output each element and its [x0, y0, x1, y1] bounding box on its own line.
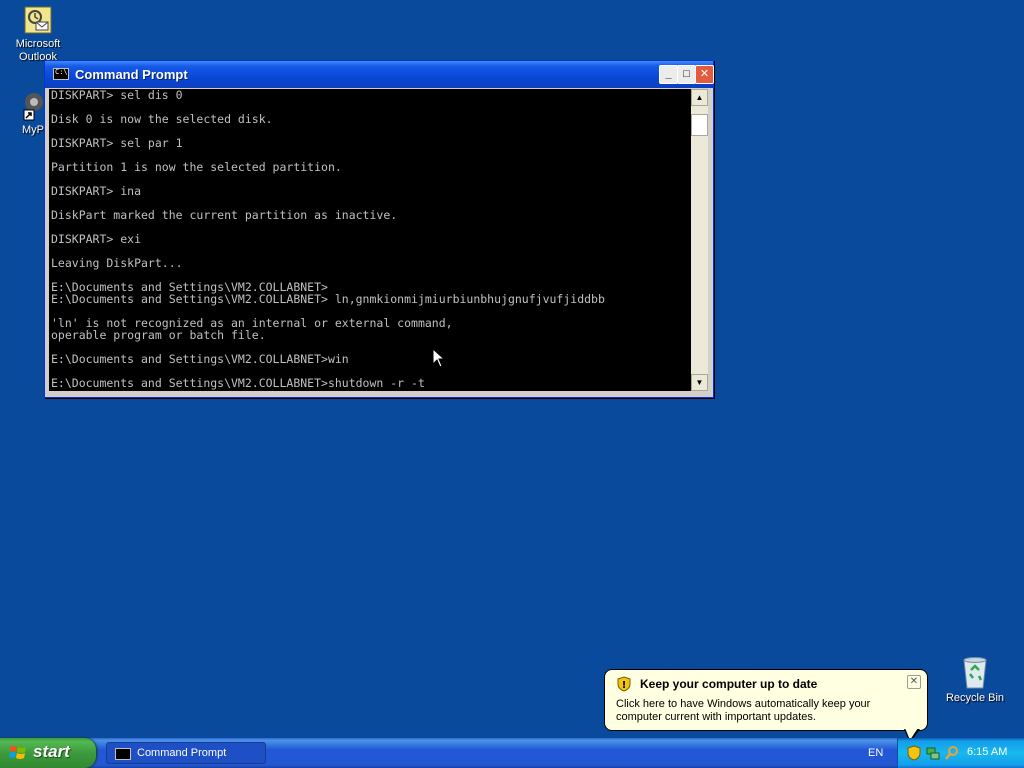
search-icon[interactable] [944, 745, 960, 761]
minimize-button[interactable]: _ [659, 65, 678, 84]
scroll-thumb[interactable] [691, 114, 708, 136]
svg-text:!: ! [622, 680, 627, 691]
balloon-title: Keep your computer up to date [640, 677, 818, 691]
console-line: DISKPART> sel dis 0 [51, 89, 183, 102]
console-line: DISKPART> ina [51, 184, 142, 198]
taskbar: start Command Prompt EN 6:15 AM [0, 738, 1024, 768]
console-line: DiskPart marked the current partition as… [51, 208, 398, 222]
console-line: E:\Documents and Settings\VM2.COLLABNET>… [51, 292, 605, 306]
console-line: E:\Documents and Settings\VM2.COLLABNET>… [51, 376, 425, 390]
console-line: DISKPART> sel par 1 [51, 136, 183, 150]
balloon-message[interactable]: Click here to have Windows automatically… [616, 698, 916, 724]
mouse-cursor-icon [432, 348, 446, 368]
clock[interactable]: 6:15 AM [967, 746, 1007, 758]
desktop-icon-label: Recycle Bin [945, 692, 1005, 704]
console-output[interactable]: DISKPART> sel dis 0 Disk 0 is now the sel… [49, 89, 691, 391]
scroll-up-button[interactable]: ▲ [691, 89, 708, 106]
command-prompt-window[interactable]: C:\ Command Prompt _ □ ✕ DISKPART> sel d… [44, 60, 714, 398]
taskbar-item-command-prompt[interactable]: Command Prompt [106, 742, 266, 764]
close-button[interactable]: ✕ [695, 65, 714, 84]
desktop-icon-outlook[interactable]: Microsoft Outlook [0, 4, 76, 64]
system-tray: 6:15 AM [897, 738, 1024, 768]
taskbar-item-label: Command Prompt [137, 747, 227, 759]
maximize-button[interactable]: □ [677, 65, 696, 84]
recycle-bin-icon [963, 657, 987, 689]
desktop-icon-recycle-bin[interactable]: Recycle Bin [937, 656, 1013, 705]
network-icon[interactable] [925, 745, 941, 761]
update-notification-balloon[interactable]: ! Keep your computer up to date ✕ Click … [604, 669, 928, 731]
window-titlebar[interactable]: C:\ Command Prompt _ □ ✕ [45, 61, 714, 88]
start-button[interactable]: start [0, 738, 96, 768]
outlook-icon [24, 6, 52, 34]
security-shield-icon[interactable] [906, 745, 922, 761]
console-line: Disk 0 is now the selected disk. [51, 112, 273, 126]
console-line: E:\Documents and Settings\VM2.COLLABNET>… [51, 352, 349, 366]
balloon-close-button[interactable]: ✕ [907, 675, 921, 689]
console-line: DISKPART> exi [51, 232, 142, 246]
console-line: Leaving DiskPart... [51, 256, 183, 270]
command-prompt-icon: C:\ [53, 68, 69, 80]
console-line: operable program or batch file. [51, 328, 266, 342]
console-line: Partition 1 is now the selected partitio… [51, 160, 342, 174]
windows-logo-icon [9, 746, 26, 759]
window-title: Command Prompt [75, 67, 188, 82]
command-prompt-icon [115, 748, 131, 760]
shield-icon: ! [617, 676, 631, 692]
vertical-scrollbar[interactable]: ▲ ▼ [691, 89, 708, 391]
language-indicator[interactable]: EN [868, 747, 883, 759]
start-label: start [33, 742, 70, 761]
scroll-down-button[interactable]: ▼ [691, 374, 708, 391]
